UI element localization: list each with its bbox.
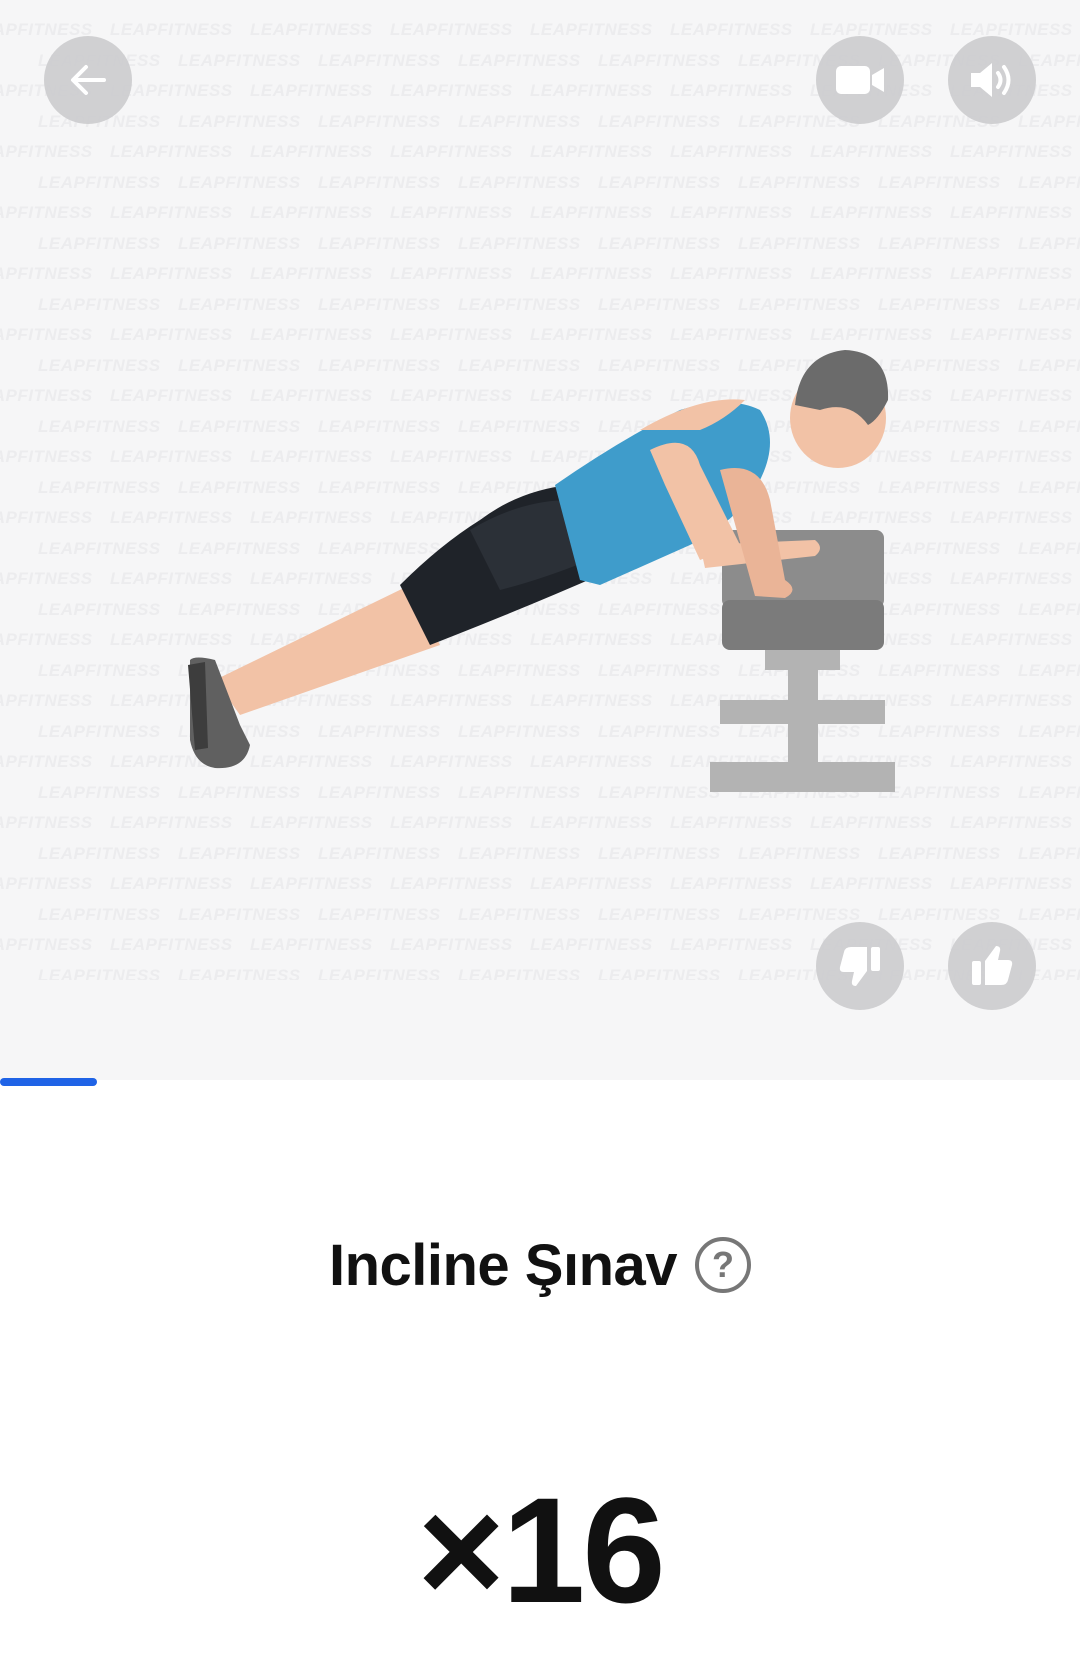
exercise-progress-bar [0,1078,1080,1086]
back-button[interactable] [44,36,132,124]
sound-button[interactable] [948,36,1036,124]
exercise-animation-area: LEAPFITNESSLEAPFITNESSLEAPFITNESSLEAPFIT… [0,0,1080,1080]
exercise-title-row: Incline Şınav ? [0,1230,1080,1300]
question-circle-icon: ? [712,1244,735,1285]
rep-count: ×16 [417,1466,665,1634]
video-button[interactable] [816,36,904,124]
bench-icon [710,530,895,792]
exercise-title: Incline Şınav [328,1232,678,1298]
speaker-volume-icon [971,63,1011,97]
arrow-left-icon [71,65,106,95]
thumbs-down-icon [839,947,880,986]
dislike-button[interactable] [816,922,904,1010]
progress-fill [0,1078,98,1086]
help-button[interactable]: ? [695,1237,752,1293]
video-camera-icon [836,66,884,94]
thumbs-up-icon [972,946,1013,985]
incline-pushup-illustration [188,350,895,792]
like-button[interactable] [948,922,1036,1010]
